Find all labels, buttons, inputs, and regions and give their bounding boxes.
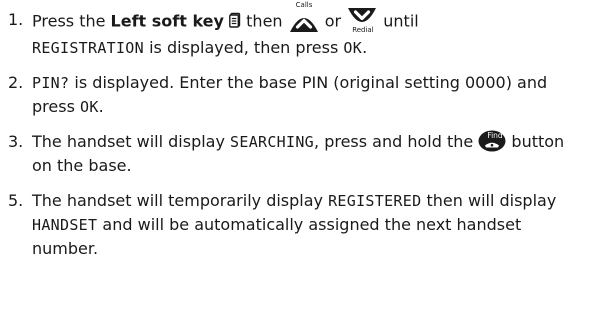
text: then will display <box>421 191 557 210</box>
text: then <box>241 11 288 31</box>
step-text: The handset will display SEARCHING, pres… <box>32 130 584 178</box>
left-soft-key-label: Left soft key <box>110 11 224 31</box>
text: . <box>98 97 104 116</box>
step-text: PIN? is displayed. Enter the base PIN (o… <box>32 71 584 119</box>
lcd-ok: OK <box>343 39 363 57</box>
step-2: 2. PIN? is displayed. Enter the base PIN… <box>8 71 584 119</box>
lcd-ok: OK <box>79 98 99 116</box>
text: until <box>378 11 419 31</box>
find-label: Find <box>487 130 503 140</box>
step-number: 5. <box>8 191 24 210</box>
lcd-registration: REGISTRATION <box>32 39 144 57</box>
instructions-page: 1. Press the Left soft key then Calls or… <box>0 0 590 310</box>
calls-label: Calls <box>295 1 313 9</box>
text: , press and hold the <box>314 132 479 151</box>
text: Press the <box>32 11 111 31</box>
step-1: 1. Press the Left soft key then Calls or… <box>8 2 584 60</box>
lcd-pin: PIN? <box>32 74 70 92</box>
redial-down-icon: Redial <box>346 6 378 34</box>
step-5: 5. The handset will temporarily display … <box>8 189 584 261</box>
text: The handset will temporarily display <box>32 191 329 210</box>
text: and will be automatically assigned the n… <box>32 215 522 258</box>
step-number: 3. <box>8 132 24 151</box>
step-number: 2. <box>8 73 24 92</box>
text: or <box>319 11 347 31</box>
lcd-registered: REGISTERED <box>328 192 422 210</box>
text: is displayed, then press <box>143 38 344 57</box>
find-icon: Find <box>478 130 506 152</box>
step-text: Press the Left soft key then Calls or Re… <box>32 2 584 60</box>
lcd-handset: HANDSET <box>32 216 98 234</box>
step-number: 1. <box>8 10 24 29</box>
calls-up-icon: Calls <box>288 1 320 32</box>
step-3: 3. The handset will display SEARCHING, p… <box>8 130 584 178</box>
text: The handset will display <box>32 132 231 151</box>
text: . <box>362 38 368 57</box>
left-soft-key-icon <box>229 12 241 28</box>
lcd-searching: SEARCHING <box>230 133 315 151</box>
redial-label: Redial <box>352 26 374 34</box>
text: is displayed. Enter the base PIN (origin… <box>32 73 548 116</box>
step-text: The handset will temporarily display REG… <box>32 189 584 261</box>
